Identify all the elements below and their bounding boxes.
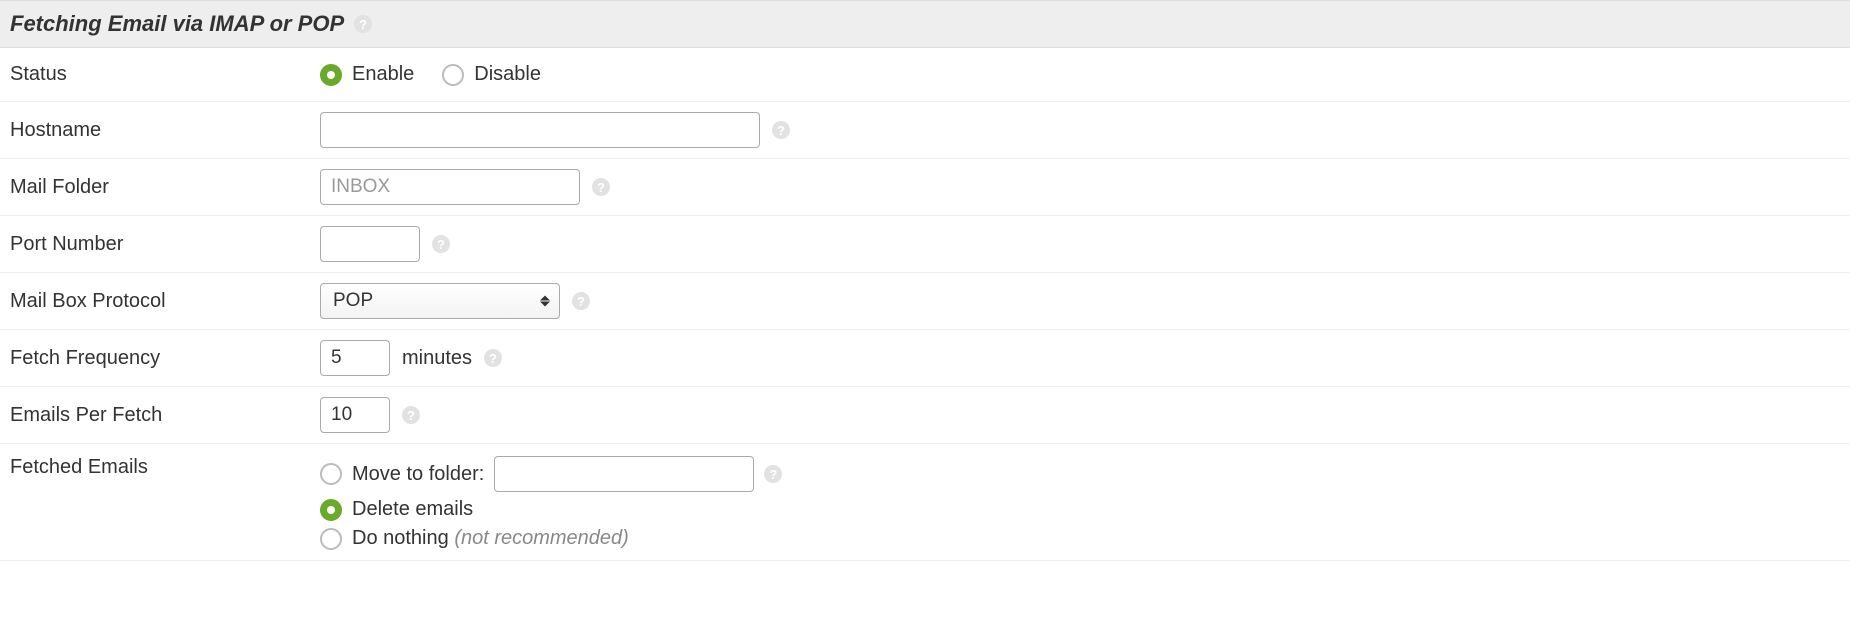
row-status: Status Enable Disable: [0, 48, 1850, 102]
mail-folder-input[interactable]: [320, 169, 580, 205]
section-title: Fetching Email via IMAP or POP: [10, 11, 344, 37]
emails-per-fetch-input[interactable]: [320, 397, 390, 433]
radio-icon: [320, 528, 342, 550]
help-icon[interactable]: ?: [402, 406, 420, 424]
fetched-delete-label: Delete emails: [352, 498, 473, 521]
help-icon[interactable]: ?: [592, 178, 610, 196]
row-protocol: Mail Box Protocol POP ?: [0, 273, 1850, 330]
chevron-updown-icon: [540, 296, 550, 307]
radio-icon: [320, 64, 342, 86]
hostname-field-group: ?: [320, 112, 790, 148]
protocol-select-value: POP: [320, 283, 560, 319]
fetched-delete-option[interactable]: Delete emails: [320, 498, 473, 521]
move-folder-input[interactable]: [494, 456, 754, 492]
row-fetched-emails: Fetched Emails Move to folder: ? Delete …: [0, 444, 1850, 561]
help-icon[interactable]: ?: [354, 15, 372, 33]
label-protocol: Mail Box Protocol: [10, 290, 320, 313]
hostname-input[interactable]: [320, 112, 760, 148]
row-emails-per-fetch: Emails Per Fetch ?: [0, 387, 1850, 444]
status-enable-option[interactable]: Enable: [320, 63, 414, 86]
help-icon[interactable]: ?: [764, 465, 782, 483]
fetch-frequency-unit: minutes: [402, 347, 472, 370]
fetched-emails-options: Move to folder: ? Delete emails Do nothi…: [320, 456, 782, 550]
protocol-select[interactable]: POP: [320, 283, 560, 319]
fetch-frequency-input[interactable]: [320, 340, 390, 376]
mail-folder-field-group: ?: [320, 169, 610, 205]
label-status: Status: [10, 63, 320, 86]
row-mail-folder: Mail Folder ?: [0, 159, 1850, 216]
status-enable-label: Enable: [352, 63, 414, 86]
status-disable-option[interactable]: Disable: [442, 63, 541, 86]
label-mail-folder: Mail Folder: [10, 176, 320, 199]
fetched-move-option[interactable]: Move to folder:: [320, 463, 484, 486]
label-port-number: Port Number: [10, 233, 320, 256]
protocol-field-group: POP ?: [320, 283, 590, 319]
port-number-field-group: ?: [320, 226, 450, 262]
row-fetch-frequency: Fetch Frequency minutes ?: [0, 330, 1850, 387]
label-emails-per-fetch: Emails Per Fetch: [10, 404, 320, 427]
fetched-nothing-option[interactable]: Do nothing (not recommended): [320, 527, 629, 550]
fetched-move-label: Move to folder:: [352, 463, 484, 486]
fetched-nothing-text: Do nothing: [352, 527, 449, 549]
fetched-nothing-label: Do nothing (not recommended): [352, 527, 629, 550]
help-icon[interactable]: ?: [484, 349, 502, 367]
label-fetch-frequency: Fetch Frequency: [10, 347, 320, 370]
row-hostname: Hostname ?: [0, 102, 1850, 159]
status-radio-group: Enable Disable: [320, 63, 541, 86]
help-icon[interactable]: ?: [772, 121, 790, 139]
label-hostname: Hostname: [10, 119, 320, 142]
port-number-input[interactable]: [320, 226, 420, 262]
fetched-emails-move-row: Move to folder: ?: [320, 456, 782, 492]
fetched-nothing-hint: (not recommended): [454, 527, 629, 549]
row-port-number: Port Number ?: [0, 216, 1850, 273]
emails-per-fetch-field-group: ?: [320, 397, 420, 433]
label-fetched-emails: Fetched Emails: [10, 456, 320, 479]
fetch-frequency-field-group: minutes ?: [320, 340, 502, 376]
radio-icon: [320, 499, 342, 521]
section-header: Fetching Email via IMAP or POP ?: [0, 0, 1850, 48]
radio-icon: [320, 463, 342, 485]
status-disable-label: Disable: [474, 63, 541, 86]
radio-icon: [442, 64, 464, 86]
help-icon[interactable]: ?: [432, 235, 450, 253]
help-icon[interactable]: ?: [572, 292, 590, 310]
